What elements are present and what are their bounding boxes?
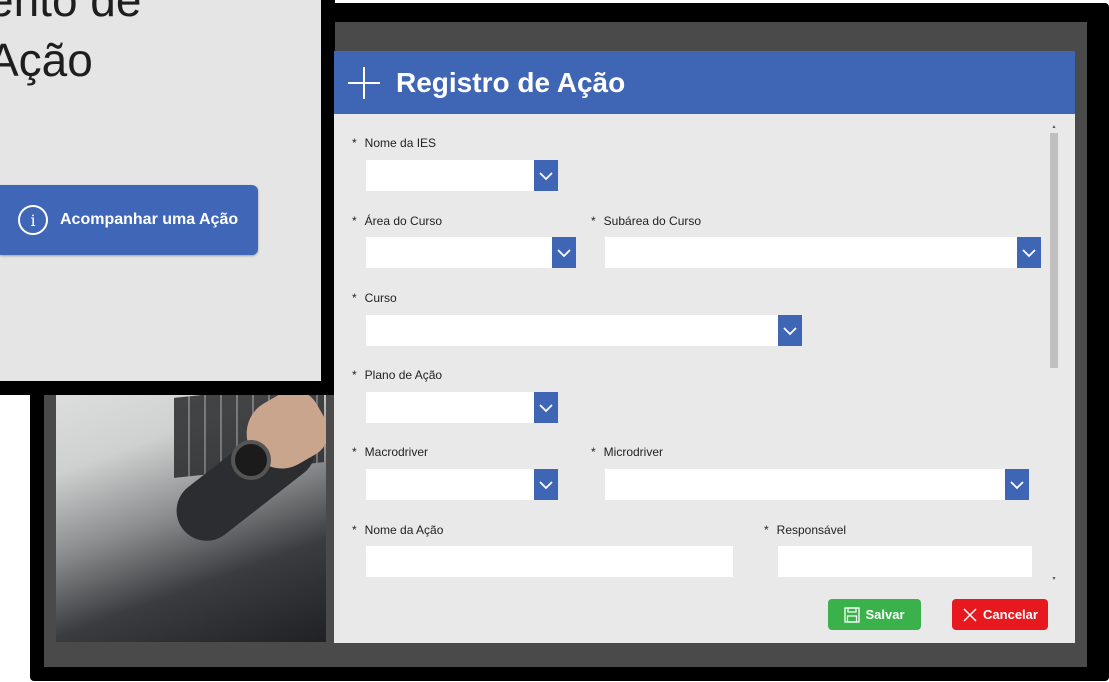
cancel-button-label: Cancelar — [983, 607, 1038, 622]
chevron-down-icon — [534, 160, 558, 191]
subarea-curso-label-text: Subárea do Curso — [603, 214, 702, 228]
required-mark: * — [352, 136, 357, 150]
required-mark: * — [352, 291, 357, 305]
required-mark: * — [352, 445, 357, 459]
microdriver-dropdown[interactable] — [605, 469, 1029, 500]
form-scrollbar[interactable]: ▴ ▾ — [1048, 123, 1060, 583]
required-mark: * — [352, 368, 357, 382]
responsavel-input[interactable] — [778, 546, 1032, 577]
scrollbar-thumb[interactable] — [1050, 133, 1058, 368]
subarea-curso-label: * Subárea do Curso — [591, 214, 701, 228]
microdriver-label: * Microdriver — [591, 445, 663, 459]
responsavel-label: * Responsável — [764, 523, 846, 537]
curso-label: * Curso — [352, 291, 397, 305]
form-header: Registro de Ação — [334, 51, 1075, 114]
action-menu-panel-border: ento de Ação i Acompanhar uma Ação — [0, 0, 335, 395]
floppy-disk-icon — [844, 606, 861, 623]
required-mark: * — [352, 214, 357, 228]
area-curso-label-text: Área do Curso — [364, 214, 443, 228]
action-menu-panel: ento de Ação i Acompanhar uma Ação — [0, 0, 321, 381]
info-icon: i — [18, 205, 48, 235]
save-button-label: Salvar — [865, 607, 905, 622]
track-action-button[interactable]: i Acompanhar uma Ação — [0, 185, 258, 255]
form-title: Registro de Ação — [396, 66, 626, 98]
panel-heading: ento de Ação — [0, 0, 318, 90]
chevron-down-icon — [534, 392, 558, 423]
track-action-label: Acompanhar uma Ação — [60, 211, 239, 228]
curso-dropdown[interactable] — [366, 315, 802, 346]
plus-icon — [348, 66, 380, 99]
cancel-button[interactable]: Cancelar — [952, 599, 1048, 630]
plano-acao-dropdown[interactable] — [366, 392, 558, 423]
chevron-down-icon — [1005, 469, 1029, 500]
chevron-down-icon — [1017, 237, 1041, 268]
subarea-curso-dropdown[interactable] — [605, 237, 1041, 268]
plano-acao-label: * Plano de Ação — [352, 368, 442, 382]
plano-acao-label-text: Plano de Ação — [364, 368, 443, 382]
chevron-down-icon — [534, 469, 558, 500]
chevron-down-icon — [778, 315, 802, 346]
macrodriver-dropdown[interactable] — [366, 469, 558, 500]
curso-label-text: Curso — [364, 291, 397, 305]
required-mark: * — [591, 214, 596, 228]
save-button[interactable]: Salvar — [828, 599, 921, 630]
macrodriver-label-text: Macrodriver — [364, 445, 429, 459]
panel-heading-line2: Ação — [0, 34, 93, 86]
nome-ies-label-text: Nome da IES — [364, 136, 437, 150]
action-register-form: Registro de Ação * Nome da IES * Área do C… — [334, 51, 1075, 643]
nome-acao-label: * Nome da Ação — [352, 523, 443, 537]
required-mark: * — [591, 445, 596, 459]
nome-acao-input[interactable] — [366, 546, 733, 577]
nome-ies-dropdown[interactable] — [366, 160, 558, 191]
area-curso-dropdown[interactable] — [366, 237, 576, 268]
chevron-down-icon — [552, 237, 576, 268]
macrodriver-label: * Macrodriver — [352, 445, 428, 459]
nome-ies-label: * Nome da IES — [352, 136, 436, 150]
close-icon — [963, 607, 977, 622]
scroll-up-icon[interactable]: ▴ — [1050, 123, 1058, 131]
required-mark: * — [764, 523, 769, 537]
wristwatch-image — [231, 440, 271, 480]
area-curso-label: * Área do Curso — [352, 214, 442, 228]
nome-acao-label-text: Nome da Ação — [364, 523, 444, 537]
scroll-down-icon[interactable]: ▾ — [1050, 575, 1058, 583]
panel-heading-line1: ento de — [0, 0, 142, 26]
responsavel-label-text: Responsável — [776, 523, 847, 537]
microdriver-label-text: Microdriver — [603, 445, 664, 459]
required-mark: * — [352, 523, 357, 537]
